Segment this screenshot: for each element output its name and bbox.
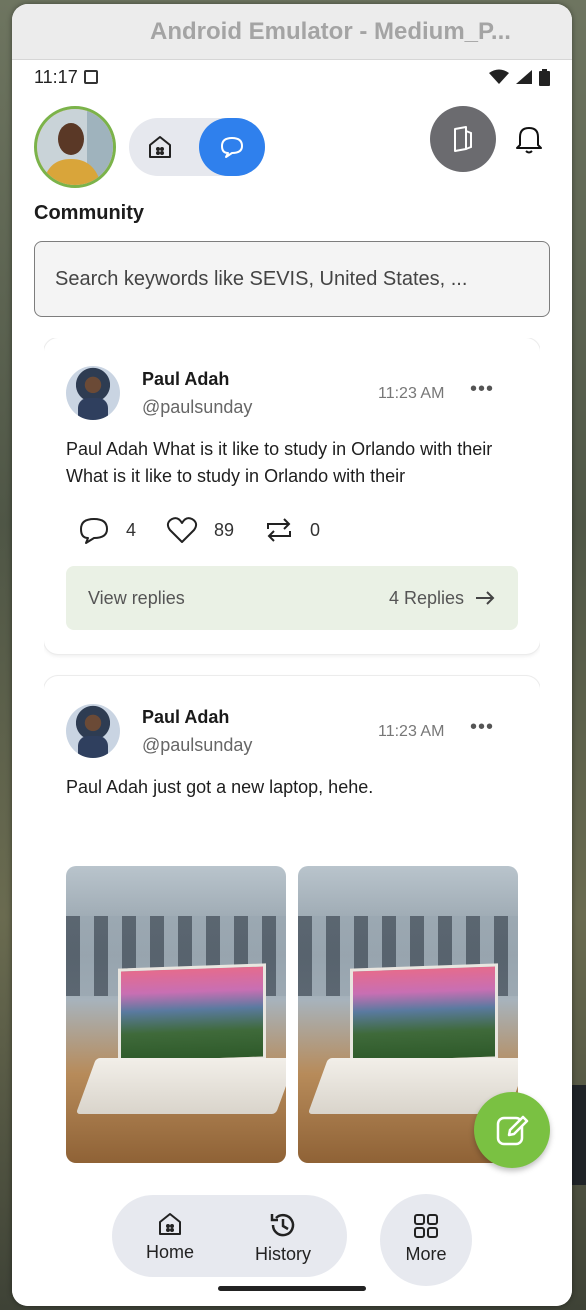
compose-post-button[interactable] bbox=[474, 1092, 550, 1168]
user-avatar[interactable] bbox=[34, 106, 116, 188]
emulator-window: Android Emulator - Medium_P... 11:17 Com… bbox=[12, 4, 572, 1306]
status-time: 11:17 bbox=[34, 66, 78, 87]
nav-more-label: More bbox=[405, 1244, 447, 1264]
home-toggle-button[interactable] bbox=[143, 130, 177, 164]
nav-history[interactable]: History bbox=[243, 1210, 323, 1265]
page-title: Community bbox=[34, 202, 144, 224]
post-actions: 4 89 0 bbox=[78, 514, 350, 546]
repost-button[interactable]: 0 bbox=[264, 516, 320, 544]
author-handle: @paulsunday bbox=[142, 735, 253, 755]
battery-icon bbox=[539, 68, 550, 86]
window-title: Android Emulator - Medium_P... bbox=[150, 17, 511, 45]
like-button[interactable]: 89 bbox=[166, 515, 234, 545]
chat-icon bbox=[221, 137, 243, 158]
author-avatar[interactable] bbox=[66, 704, 120, 758]
arrow-right-icon bbox=[476, 591, 495, 605]
wifi-icon bbox=[489, 69, 509, 84]
post-text: Paul Adah just got a new laptop, hehe. bbox=[66, 777, 374, 797]
comment-count: 4 bbox=[126, 519, 137, 540]
edit-icon bbox=[496, 1115, 529, 1146]
post-card[interactable]: Paul Adah @paulsunday 11:23 AM ••• Paul … bbox=[44, 338, 540, 654]
notifications-button[interactable] bbox=[512, 122, 546, 156]
post-card[interactable]: Paul Adah @paulsunday 11:23 AM ••• Paul … bbox=[44, 676, 540, 1194]
history-icon bbox=[270, 1213, 295, 1237]
nav-home[interactable]: Home bbox=[130, 1210, 210, 1263]
post-timestamp: 11:23 AM bbox=[378, 385, 445, 402]
signal-icon bbox=[516, 70, 532, 84]
window-titlebar[interactable]: Android Emulator - Medium_P... bbox=[12, 4, 572, 60]
author-avatar[interactable] bbox=[66, 366, 120, 420]
gesture-home-indicator[interactable] bbox=[218, 1286, 366, 1291]
bell-icon bbox=[516, 127, 542, 154]
sim-card-icon bbox=[83, 70, 98, 84]
home-icon bbox=[149, 136, 171, 158]
replies-count: 4 Replies bbox=[388, 587, 464, 608]
nav-more-button[interactable]: More bbox=[380, 1194, 472, 1286]
view-replies-button[interactable]: View replies 4 Replies bbox=[66, 566, 518, 630]
nav-history-label: History bbox=[254, 1244, 311, 1264]
app-header bbox=[34, 106, 550, 188]
view-replies-label: View replies bbox=[88, 587, 185, 608]
comment-button[interactable]: 4 bbox=[78, 514, 136, 546]
documents-button[interactable] bbox=[430, 106, 496, 172]
search-input[interactable] bbox=[55, 267, 529, 291]
view-toggle bbox=[129, 118, 265, 176]
author-handle: @paulsunday bbox=[142, 397, 253, 417]
like-count: 89 bbox=[214, 519, 235, 540]
search-field[interactable] bbox=[34, 241, 550, 317]
more-options-button[interactable]: ••• bbox=[470, 378, 494, 401]
post-text: Paul Adah What is it like to study in Or… bbox=[66, 439, 493, 486]
nav-home-label: Home bbox=[145, 1242, 194, 1262]
documents-icon bbox=[454, 126, 472, 152]
more-options-button[interactable]: ••• bbox=[470, 716, 494, 739]
author-name[interactable]: Paul Adah bbox=[142, 369, 229, 390]
comment-icon bbox=[80, 518, 108, 544]
status-bar: 11:17 bbox=[34, 64, 550, 90]
avatar-portrait-icon bbox=[37, 109, 113, 185]
grid-icon bbox=[414, 1214, 438, 1238]
repost-icon bbox=[267, 518, 292, 542]
post-timestamp: 11:23 AM bbox=[378, 723, 445, 740]
community-toggle-button[interactable] bbox=[199, 118, 265, 176]
post-image[interactable] bbox=[66, 866, 286, 1163]
home-icon bbox=[159, 1213, 181, 1235]
heart-icon bbox=[166, 517, 198, 543]
repost-count: 0 bbox=[310, 519, 321, 540]
author-name[interactable]: Paul Adah bbox=[142, 707, 229, 728]
post-feed[interactable]: Paul Adah @paulsunday 11:23 AM ••• Paul … bbox=[44, 338, 540, 1194]
